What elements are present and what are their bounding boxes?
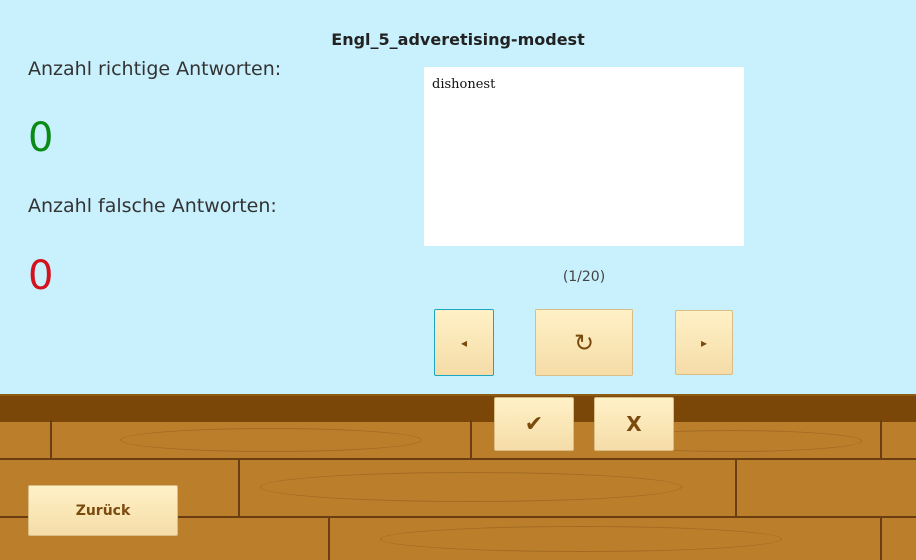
x-icon: X: [626, 412, 642, 436]
wood-shelf-edge: [0, 394, 916, 422]
mark-wrong-button[interactable]: X: [594, 397, 674, 451]
triangle-right-icon: ▸: [700, 335, 708, 350]
correct-answers-count: 0: [28, 115, 54, 161]
back-button[interactable]: Zurück: [28, 485, 178, 536]
rotate-icon: ↻: [573, 328, 595, 357]
triangle-left-icon: ◂: [460, 335, 468, 350]
mark-correct-button[interactable]: ✔: [494, 397, 574, 451]
page-title: Engl_5_adveretising-modest: [331, 30, 585, 49]
flashcard-text: dishonest: [432, 77, 496, 92]
next-card-button[interactable]: ▸: [675, 310, 733, 375]
flashcard[interactable]: dishonest: [424, 67, 744, 246]
correct-answers-label: Anzahl richtige Antworten:: [28, 58, 282, 80]
card-progress: (1/20): [562, 269, 606, 285]
wrong-answers-count: 0: [28, 253, 54, 299]
wrong-answers-label: Anzahl falsche Antworten:: [28, 195, 277, 217]
back-button-label: Zurück: [75, 502, 131, 519]
previous-card-button[interactable]: ◂: [434, 309, 494, 376]
flip-card-button[interactable]: ↻: [535, 309, 633, 376]
checkmark-icon: ✔: [524, 411, 544, 437]
